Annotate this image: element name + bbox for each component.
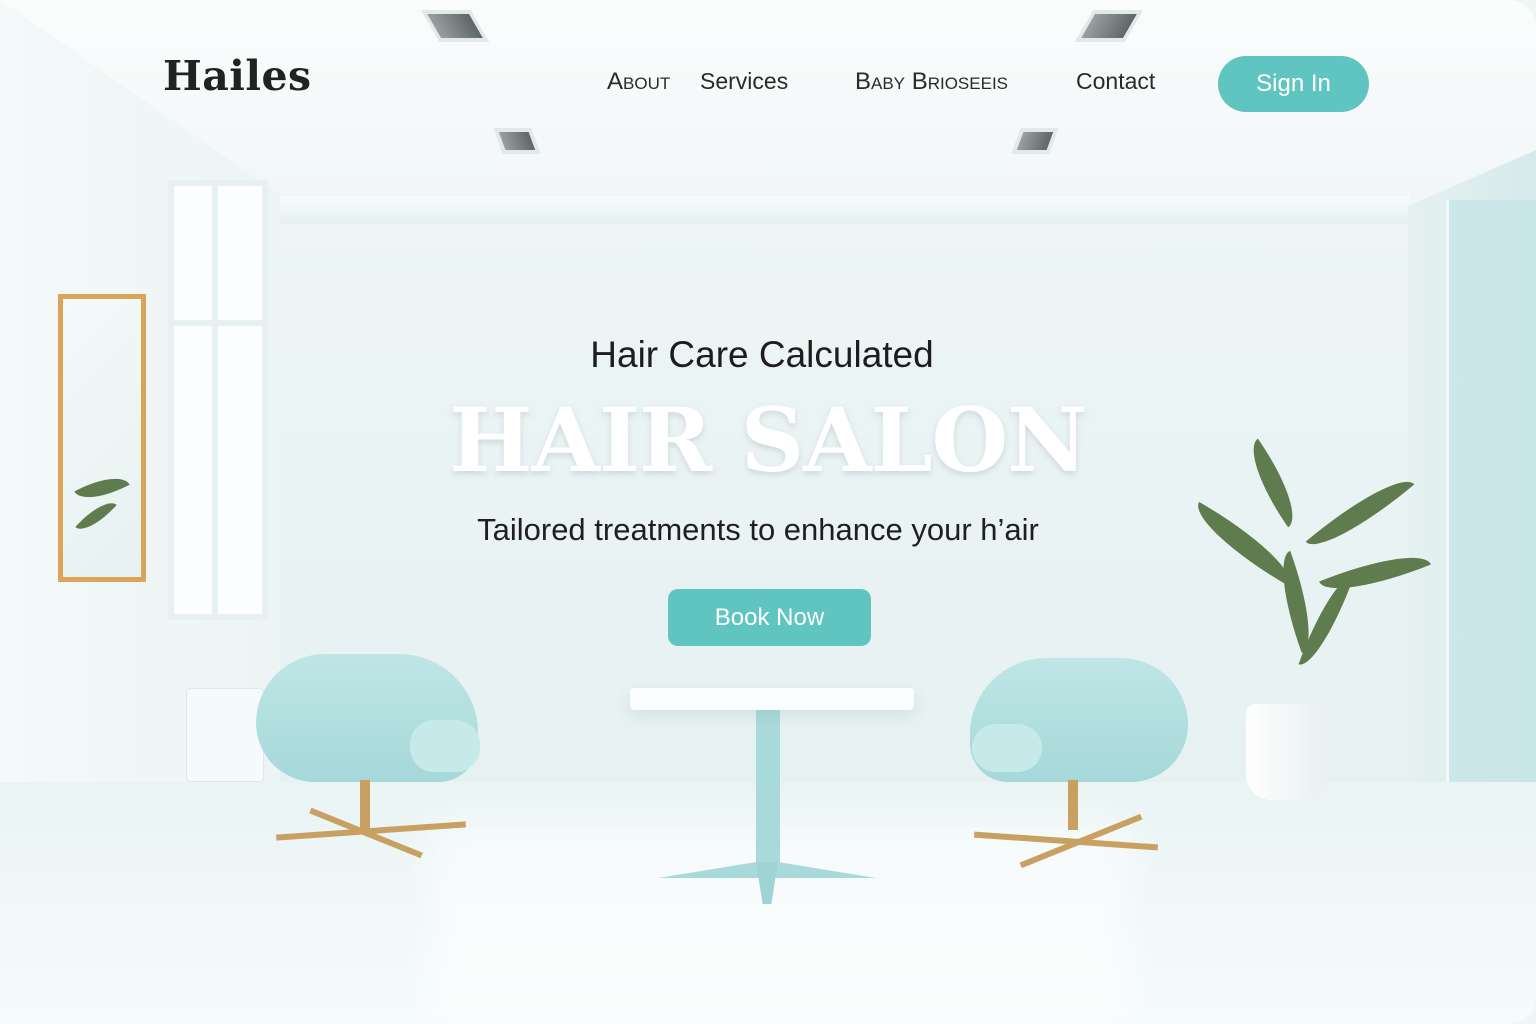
window-transom (168, 320, 268, 326)
chair-seat (972, 724, 1042, 772)
chair-stem (1068, 780, 1078, 830)
nav-baby-brioseeis[interactable]: Baby Brioseeis (855, 68, 1008, 96)
sign-in-button[interactable]: Sign In (1218, 56, 1369, 112)
hero-kicker: Hair Care Calculated (590, 334, 934, 375)
hero-title: HAIR SALON (449, 388, 1087, 492)
book-now-button[interactable]: Book Now (668, 589, 871, 646)
nav-services[interactable]: Services (700, 68, 788, 95)
plant-pot (1246, 704, 1326, 800)
glass-door (1446, 200, 1536, 800)
hero-subtitle: Tailored treatments to enhance your h’ai… (477, 512, 1039, 547)
floor-light-reflection (430, 820, 1130, 1020)
table-leg (756, 708, 780, 868)
table-top (630, 688, 914, 710)
chair-seat (410, 720, 480, 772)
chair-stem (360, 780, 370, 830)
landing-page: Hailes About Services Baby Brioseeis Con… (0, 0, 1536, 1024)
site-logo[interactable]: Hailes (163, 52, 312, 100)
nav-contact[interactable]: Contact (1076, 68, 1155, 95)
radiator (186, 688, 264, 782)
nav-about[interactable]: About (607, 68, 670, 96)
ceiling-molding (280, 196, 1410, 224)
